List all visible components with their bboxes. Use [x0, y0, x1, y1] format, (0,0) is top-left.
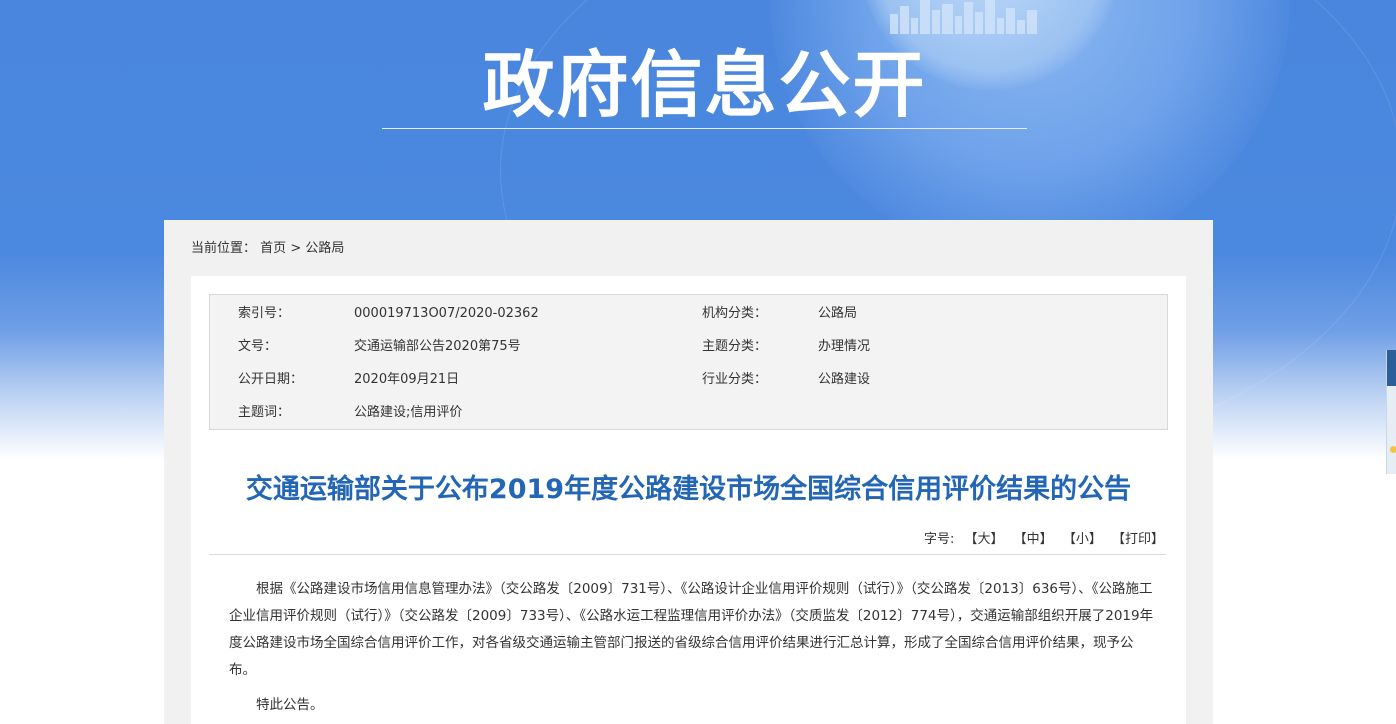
- meta-row-index: 索引号： 000019713O07/2020-02362 机构分类： 公路局: [210, 297, 1167, 330]
- meta-org-label: 机构分类：: [702, 306, 768, 321]
- site-title: 政府信息公开: [482, 43, 927, 127]
- breadcrumb-current-link[interactable]: 公路局: [305, 241, 344, 256]
- article-paragraph: 根据《公路建设市场信用信息管理办法》（交公路发〔2009〕731号）、《公路设计…: [229, 581, 1154, 678]
- meta-topic-value: 办理情况: [818, 339, 871, 354]
- meta-docno-value: 交通运输部公告2020第75号: [354, 339, 521, 354]
- meta-keywords-value: 公路建设;信用评价: [354, 405, 463, 420]
- meta-row-keywords: 主题词： 公路建设;信用评价: [210, 396, 1167, 429]
- side-tab-dot-icon: [1390, 446, 1396, 453]
- meta-topic-label: 主题分类：: [702, 339, 768, 354]
- meta-industry-label: 行业分类：: [702, 372, 768, 387]
- font-medium-button[interactable]: 【中】: [1014, 532, 1053, 547]
- meta-date-value: 2020年09月21日: [354, 372, 460, 387]
- title-divider: [209, 554, 1166, 555]
- city-skyline-icon: [890, 0, 1037, 34]
- breadcrumb-separator: >: [290, 241, 302, 256]
- article-panel: 索引号： 000019713O07/2020-02362 机构分类： 公路局 文…: [191, 276, 1186, 724]
- meta-index-value: 000019713O07/2020-02362: [354, 306, 539, 321]
- font-large-button[interactable]: 【大】: [965, 532, 1004, 547]
- meta-date-label: 公开日期：: [238, 372, 304, 387]
- meta-industry-value: 公路建设: [818, 372, 871, 387]
- breadcrumb-prefix: 当前位置：: [191, 241, 257, 256]
- metadata-table: 索引号： 000019713O07/2020-02362 机构分类： 公路局 文…: [209, 294, 1168, 430]
- meta-index-label: 索引号：: [238, 306, 291, 321]
- title-underline: [382, 128, 1027, 129]
- side-tab-header: [1387, 350, 1396, 386]
- article-closing: 特此公告。: [256, 697, 324, 713]
- meta-keywords-label: 主题词：: [238, 405, 291, 420]
- article-title: 交通运输部关于公布2019年度公路建设市场全国综合信用评价结果的公告: [245, 474, 1132, 505]
- main-container: 当前位置： 首页 > 公路局 索引号： 000019713O07/2020-02…: [164, 220, 1213, 724]
- font-size-controls: 字号: 【大】 【中】 【小】 【打印】: [924, 530, 1164, 550]
- font-small-button[interactable]: 【小】: [1063, 532, 1102, 547]
- meta-docno-label: 文号：: [238, 339, 278, 354]
- meta-org-value: 公路局: [818, 306, 858, 321]
- breadcrumb: 当前位置： 首页 > 公路局: [191, 239, 344, 259]
- meta-row-docno: 文号： 交通运输部公告2020第75号 主题分类： 办理情况: [210, 330, 1167, 363]
- breadcrumb-home-link[interactable]: 首页: [260, 241, 286, 256]
- article-body: 根据《公路建设市场信用信息管理办法》（交公路发〔2009〕731号）、《公路设计…: [229, 576, 1157, 719]
- print-button[interactable]: 【打印】: [1112, 532, 1164, 547]
- side-float-tab[interactable]: [1386, 350, 1396, 474]
- meta-row-date: 公开日期： 2020年09月21日 行业分类： 公路建设: [210, 363, 1167, 396]
- font-size-label: 字号:: [923, 532, 955, 547]
